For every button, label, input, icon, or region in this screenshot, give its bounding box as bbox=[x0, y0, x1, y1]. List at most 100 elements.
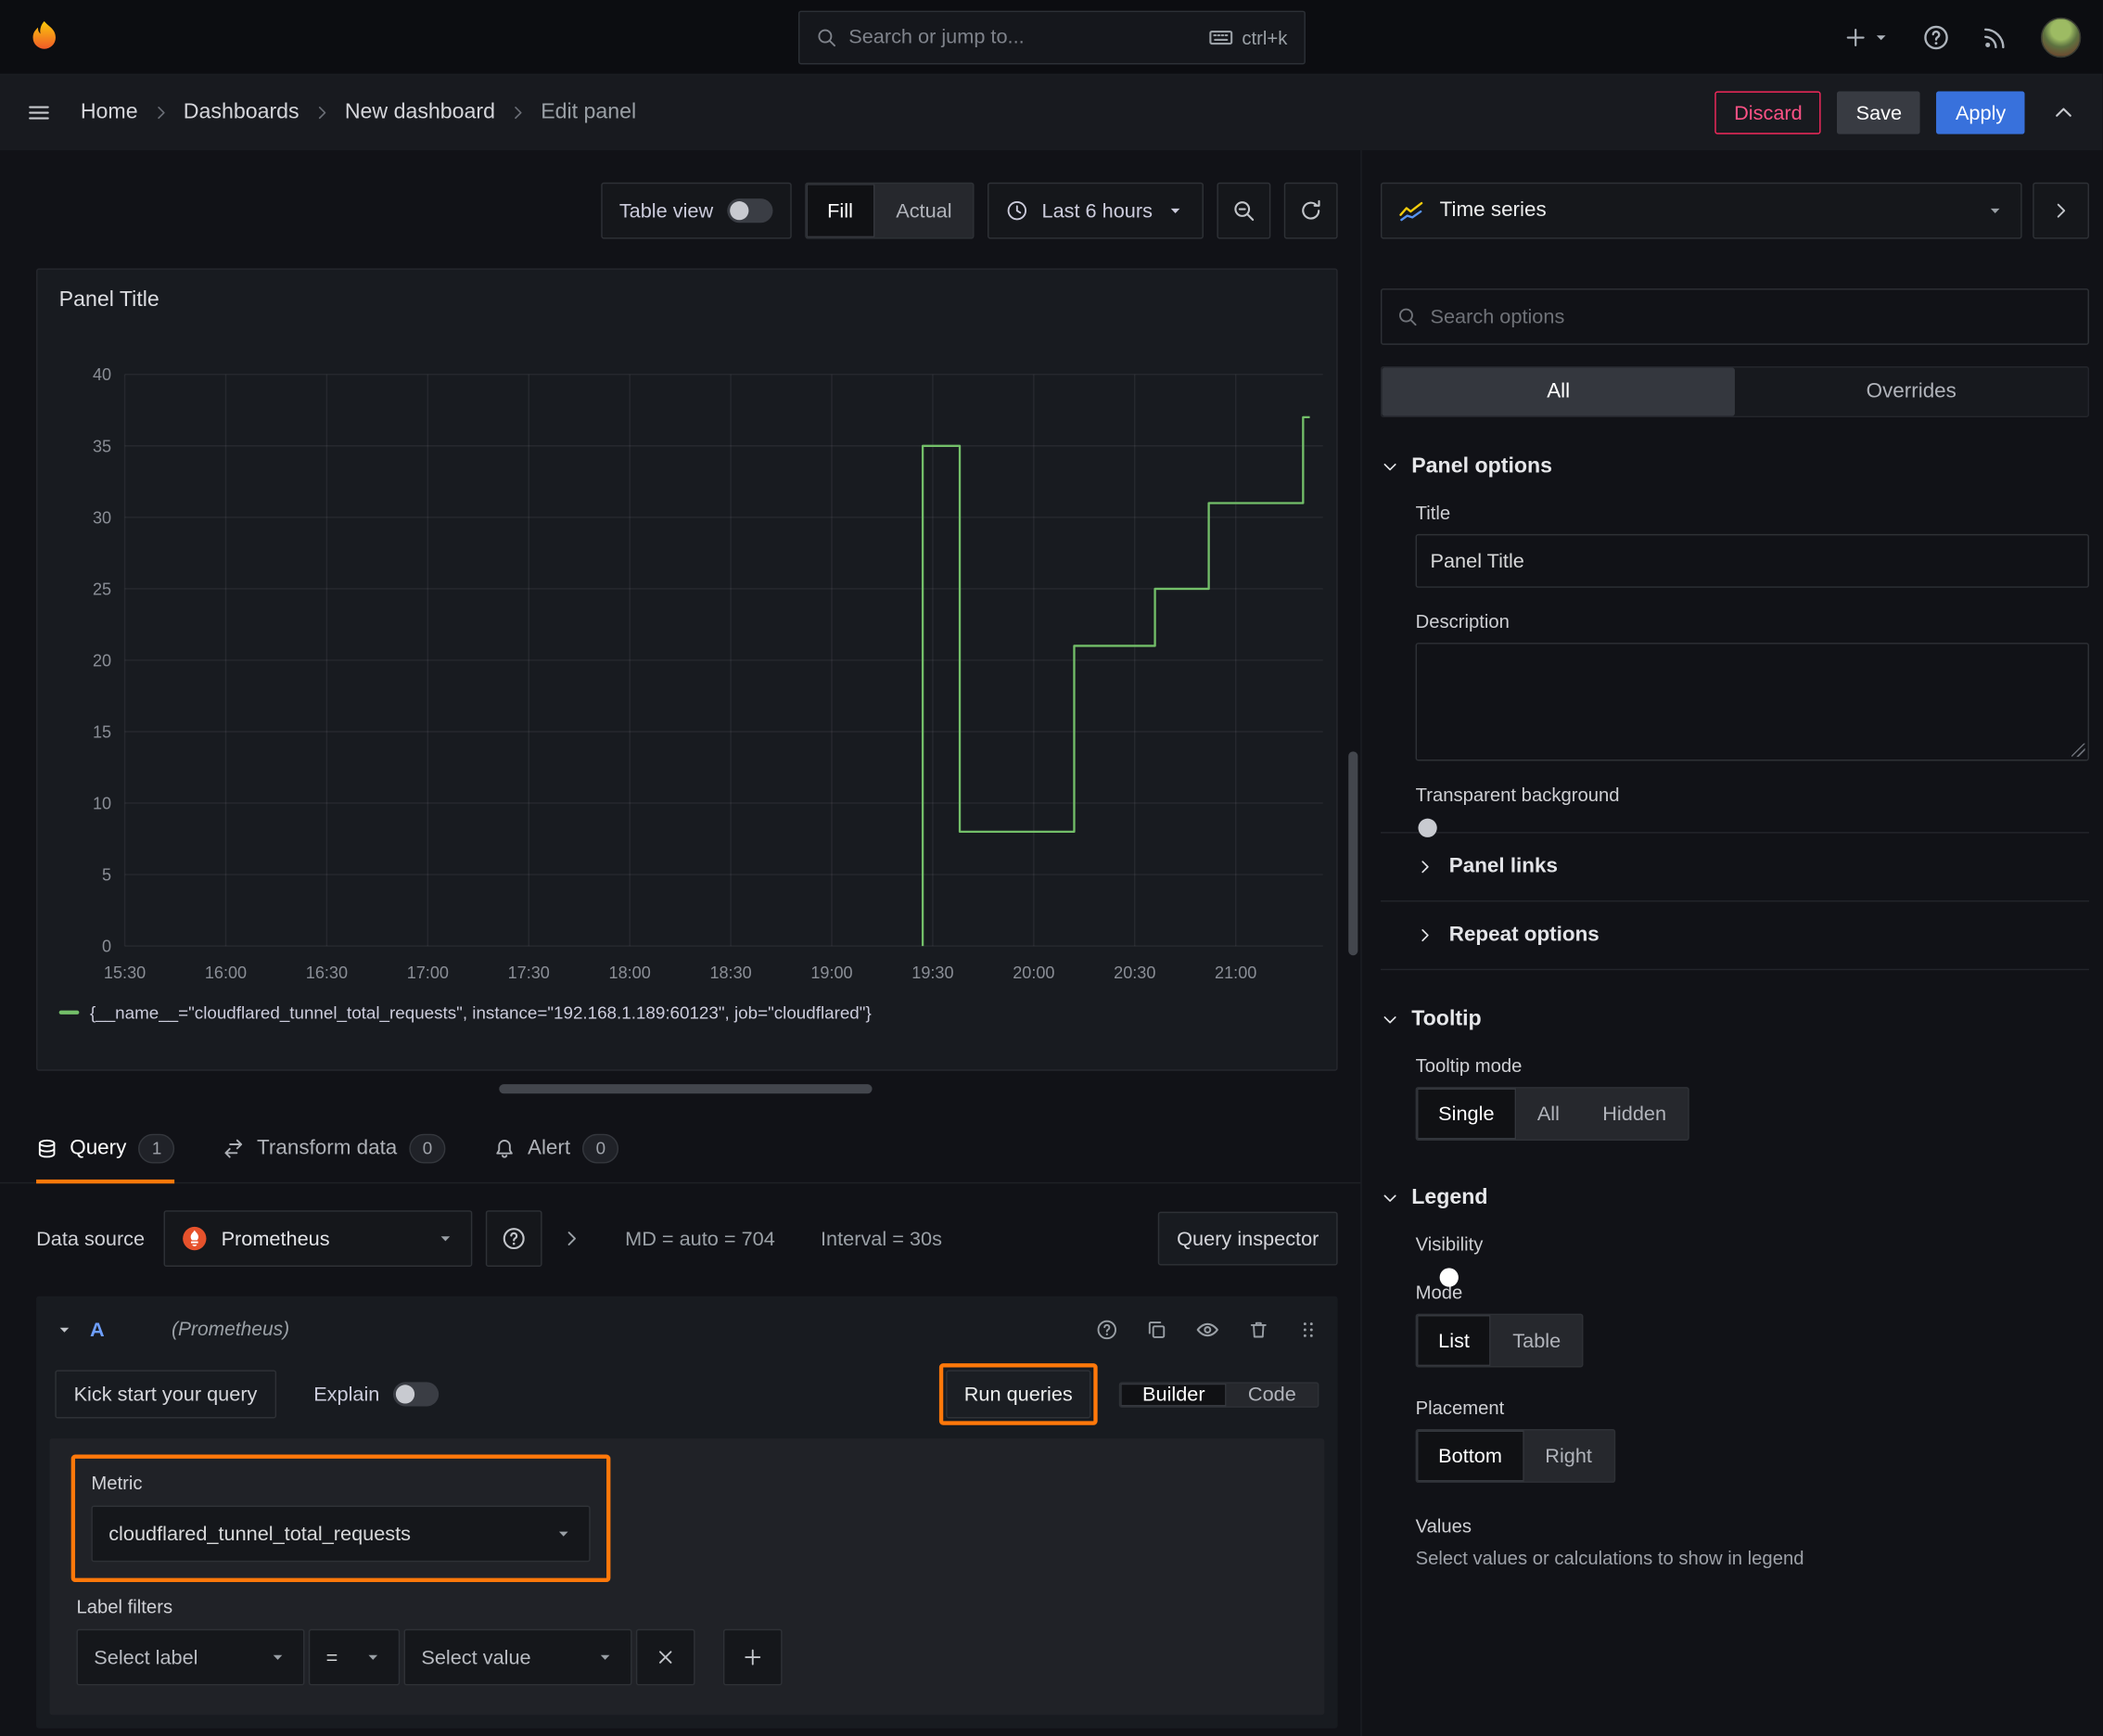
legend-body: Visibility Mode List Table Placement Bot… bbox=[1381, 1233, 2089, 1596]
drag-handle-icon[interactable] bbox=[1297, 1319, 1319, 1340]
news-button[interactable] bbox=[1982, 23, 2008, 50]
visualization-picker[interactable]: Time series bbox=[1380, 182, 2022, 239]
kick-start-button[interactable]: Kick start your query bbox=[55, 1370, 276, 1419]
tooltip-hidden-option[interactable]: Hidden bbox=[1581, 1089, 1688, 1140]
breadcrumb-home[interactable]: Home bbox=[81, 101, 138, 125]
query-row-header[interactable]: A (Prometheus) bbox=[50, 1304, 1325, 1355]
select-value-dropdown[interactable]: Select value bbox=[403, 1628, 632, 1686]
interval-value: Interval = 30s bbox=[821, 1227, 942, 1250]
legend-list-option[interactable]: List bbox=[1417, 1315, 1492, 1367]
select-label-dropdown[interactable]: Select label bbox=[76, 1628, 305, 1686]
svg-text:16:30: 16:30 bbox=[306, 964, 348, 982]
add-menu-button[interactable] bbox=[1843, 25, 1891, 49]
chevron-down-icon bbox=[363, 1648, 382, 1666]
apply-button[interactable]: Apply bbox=[1936, 91, 2025, 134]
table-view-switch[interactable] bbox=[726, 198, 772, 223]
viz-suggestions-button[interactable] bbox=[2033, 182, 2089, 239]
tab-overrides[interactable]: Overrides bbox=[1735, 367, 2088, 415]
panel-links-section[interactable]: Panel links bbox=[1381, 834, 2089, 900]
builder-option[interactable]: Builder bbox=[1120, 1383, 1227, 1406]
explain-switch[interactable] bbox=[392, 1382, 440, 1407]
menu-toggle-icon[interactable] bbox=[27, 101, 51, 125]
data-source-value: Prometheus bbox=[221, 1227, 330, 1250]
panel-options-title: Panel options bbox=[1411, 454, 1553, 479]
options-search-box[interactable]: Search options bbox=[1380, 288, 2089, 345]
tab-query[interactable]: Query 1 bbox=[36, 1114, 176, 1184]
legend-header[interactable]: Legend bbox=[1381, 1186, 2089, 1210]
vertical-scrollbar[interactable] bbox=[1348, 751, 1358, 956]
visibility-label: Visibility bbox=[1415, 1232, 1484, 1255]
chevron-down-icon bbox=[554, 1525, 573, 1543]
query-row-actions bbox=[1096, 1318, 1319, 1342]
help-button[interactable] bbox=[1923, 23, 1950, 50]
zoom-out-button[interactable] bbox=[1217, 182, 1271, 239]
user-avatar[interactable] bbox=[2040, 17, 2082, 57]
collapse-query-icon[interactable] bbox=[55, 1321, 73, 1339]
time-range-picker[interactable]: Last 6 hours bbox=[988, 182, 1204, 239]
actual-option[interactable]: Actual bbox=[874, 184, 974, 237]
title-input[interactable] bbox=[1415, 533, 2089, 588]
rss-icon bbox=[1982, 23, 2008, 50]
legend-placement-segmented: Bottom Right bbox=[1415, 1429, 1615, 1483]
repeat-options-section[interactable]: Repeat options bbox=[1381, 901, 2089, 968]
time-series-chart[interactable]: 0 5 10 15 20 25 30 35 40 15:30 16:00 16:30 17:00 17:3… bbox=[48, 337, 1328, 994]
placement-bottom-option[interactable]: Bottom bbox=[1417, 1430, 1524, 1482]
svg-text:5: 5 bbox=[102, 866, 111, 885]
tab-alert[interactable]: Alert 0 bbox=[494, 1114, 619, 1182]
svg-text:35: 35 bbox=[93, 437, 111, 455]
top-right-actions bbox=[1843, 17, 2082, 57]
fill-option[interactable]: Fill bbox=[806, 184, 875, 238]
operator-dropdown[interactable]: = bbox=[308, 1628, 401, 1686]
table-view-toggle[interactable]: Table view bbox=[600, 182, 792, 239]
chevron-right-icon bbox=[2050, 200, 2071, 222]
query-inspector-button[interactable]: Query inspector bbox=[1157, 1211, 1338, 1266]
metric-select[interactable]: cloudflared_tunnel_total_requests bbox=[91, 1505, 591, 1563]
code-option[interactable]: Code bbox=[1227, 1383, 1318, 1406]
breadcrumb-new-dashboard[interactable]: New dashboard bbox=[345, 101, 495, 125]
tab-all[interactable]: All bbox=[1382, 367, 1735, 416]
tooltip-all-option[interactable]: All bbox=[1516, 1089, 1581, 1140]
run-queries-highlight: Run queries bbox=[938, 1363, 1099, 1425]
svg-text:16:00: 16:00 bbox=[205, 964, 247, 982]
shortcut-label: ctrl+k bbox=[1242, 26, 1288, 48]
visualization-row: Time series bbox=[1380, 182, 2089, 239]
legend-label[interactable]: {__name__="cloudflared_tunnel_total_requ… bbox=[90, 1002, 872, 1023]
legend-table-option[interactable]: Table bbox=[1491, 1315, 1582, 1366]
chevron-right-icon bbox=[1416, 925, 1434, 944]
options-search-placeholder: Search options bbox=[1430, 305, 1565, 328]
panel-options-header[interactable]: Panel options bbox=[1381, 455, 2089, 479]
svg-text:21:00: 21:00 bbox=[1215, 964, 1256, 982]
plus-icon bbox=[742, 1646, 763, 1667]
data-source-picker[interactable]: Prometheus bbox=[163, 1210, 473, 1267]
tooltip-mode-label: Tooltip mode bbox=[1415, 1054, 1523, 1077]
horizontal-scrollbar[interactable] bbox=[499, 1084, 873, 1094]
placement-right-option[interactable]: Right bbox=[1523, 1431, 1613, 1482]
search-placeholder: Search or jump to... bbox=[848, 25, 1025, 49]
legend-title: Legend bbox=[1411, 1186, 1488, 1209]
expand-options-icon[interactable] bbox=[561, 1228, 582, 1249]
grafana-logo-icon[interactable] bbox=[21, 14, 67, 59]
remove-filter-button[interactable] bbox=[635, 1628, 695, 1686]
tooltip-body: Tooltip mode Single All Hidden bbox=[1381, 1054, 2089, 1141]
add-filter-button[interactable] bbox=[722, 1628, 783, 1686]
toggle-visibility-icon[interactable] bbox=[1195, 1318, 1219, 1342]
chevron-down-icon bbox=[436, 1229, 454, 1247]
tooltip-single-option[interactable]: Single bbox=[1417, 1088, 1516, 1140]
tab-transform[interactable]: Transform data 0 bbox=[223, 1114, 446, 1182]
panel-links-label: Panel links bbox=[1448, 854, 1558, 878]
discard-button[interactable]: Discard bbox=[1714, 91, 1821, 134]
breadcrumb: Home Dashboards New dashboard Edit panel bbox=[81, 101, 636, 125]
delete-query-icon[interactable] bbox=[1248, 1319, 1269, 1340]
description-textarea[interactable] bbox=[1415, 643, 2089, 761]
run-queries-button[interactable]: Run queries bbox=[945, 1370, 1092, 1419]
help-icon[interactable] bbox=[1096, 1319, 1117, 1340]
breadcrumb-dashboards[interactable]: Dashboards bbox=[184, 101, 300, 125]
tooltip-header[interactable]: Tooltip bbox=[1381, 1008, 2089, 1032]
global-search-box[interactable]: Search or jump to... ctrl+k bbox=[797, 9, 1306, 64]
save-button[interactable]: Save bbox=[1837, 91, 1921, 134]
data-source-help-button[interactable] bbox=[485, 1210, 542, 1267]
collapse-header-icon[interactable] bbox=[2051, 101, 2075, 125]
refresh-button[interactable] bbox=[1283, 182, 1338, 239]
svg-text:17:00: 17:00 bbox=[407, 964, 449, 982]
duplicate-query-icon[interactable] bbox=[1146, 1319, 1167, 1340]
